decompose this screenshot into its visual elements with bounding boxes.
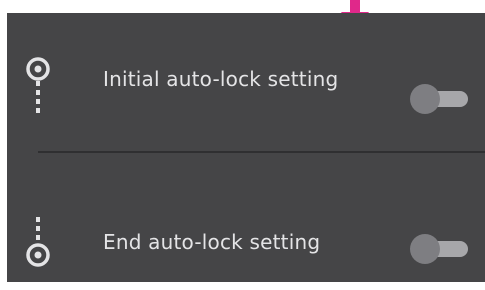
end-auto-lock-label: End auto-lock setting bbox=[103, 230, 321, 254]
toggle-knob bbox=[410, 234, 440, 264]
initial-auto-lock-toggle[interactable] bbox=[410, 84, 470, 114]
lock-start-icon bbox=[26, 57, 50, 113]
divider bbox=[38, 151, 485, 153]
initial-auto-lock-label: Initial auto-lock setting bbox=[103, 67, 339, 91]
auto-lock-settings-panel: Initial auto-lock setting End auto-lock … bbox=[7, 13, 485, 282]
lock-end-icon bbox=[26, 217, 50, 267]
toggle-knob bbox=[410, 84, 440, 114]
end-auto-lock-toggle[interactable] bbox=[410, 234, 470, 264]
screen: Initial auto-lock setting End auto-lock … bbox=[0, 0, 485, 290]
setting-row-end-auto-lock[interactable]: End auto-lock setting bbox=[7, 201, 485, 281]
setting-row-initial-auto-lock[interactable]: Initial auto-lock setting bbox=[7, 50, 485, 130]
